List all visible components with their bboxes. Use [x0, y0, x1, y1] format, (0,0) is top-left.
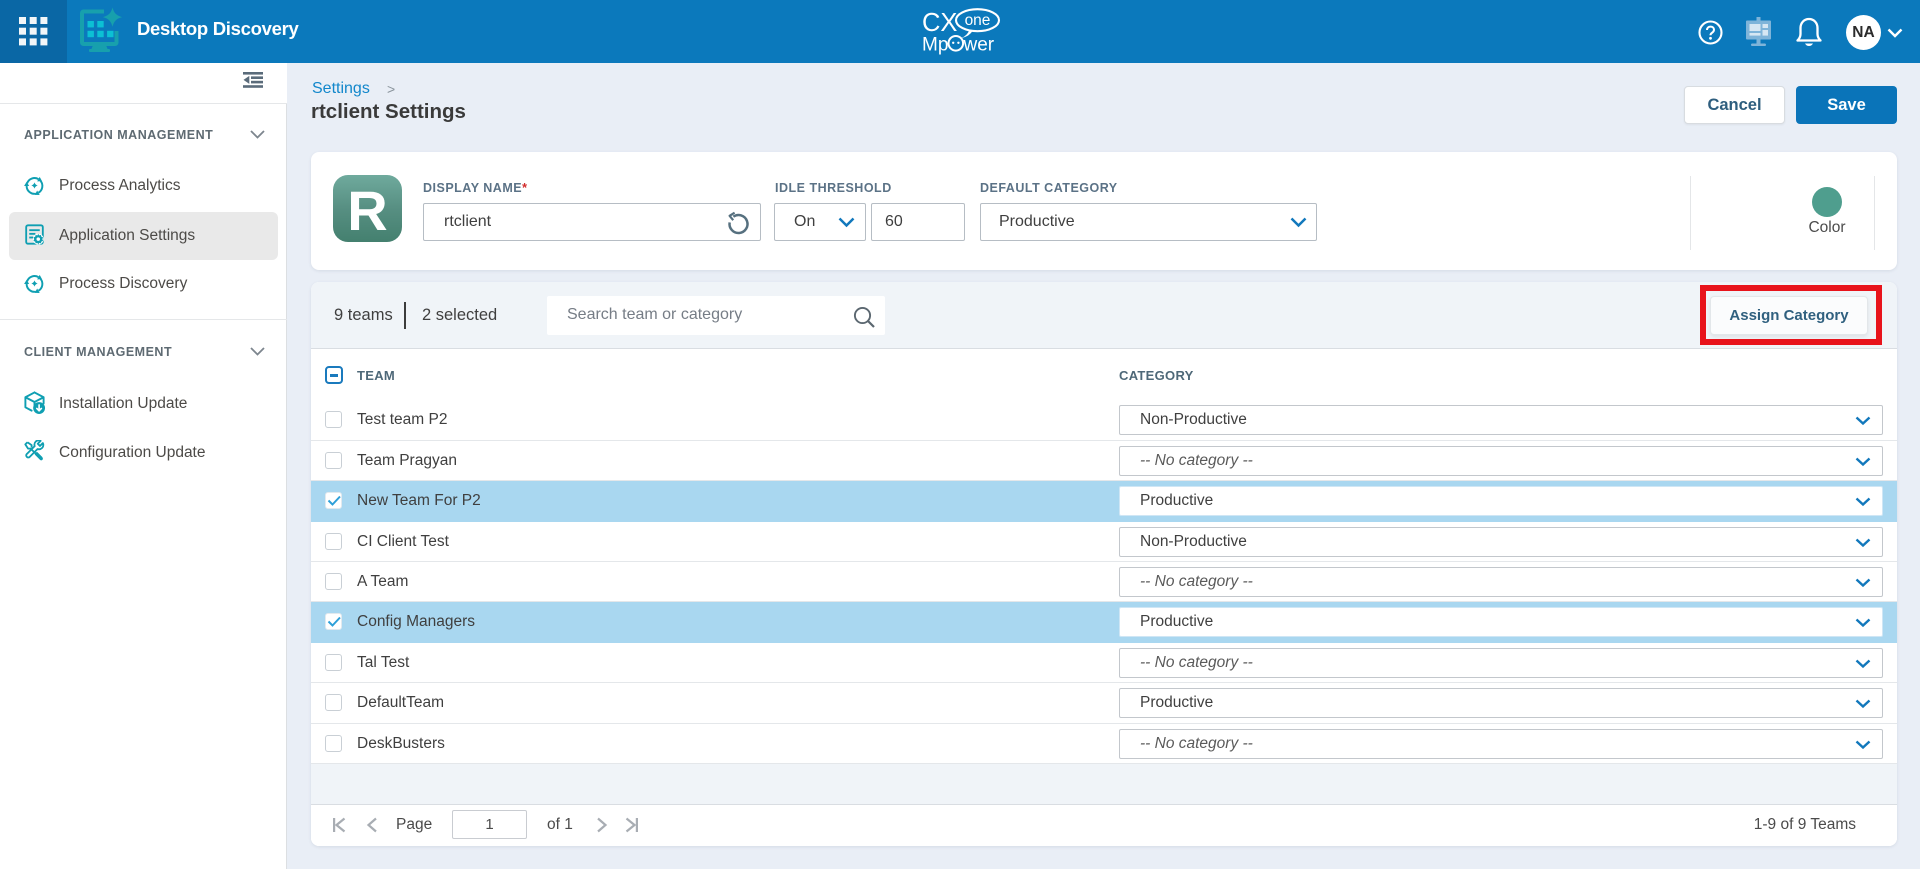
svg-text:Mp: Mp [922, 35, 948, 56]
svg-text:wer: wer [963, 35, 995, 56]
svg-text:CX: CX [922, 9, 957, 37]
svg-text:one: one [965, 12, 991, 29]
